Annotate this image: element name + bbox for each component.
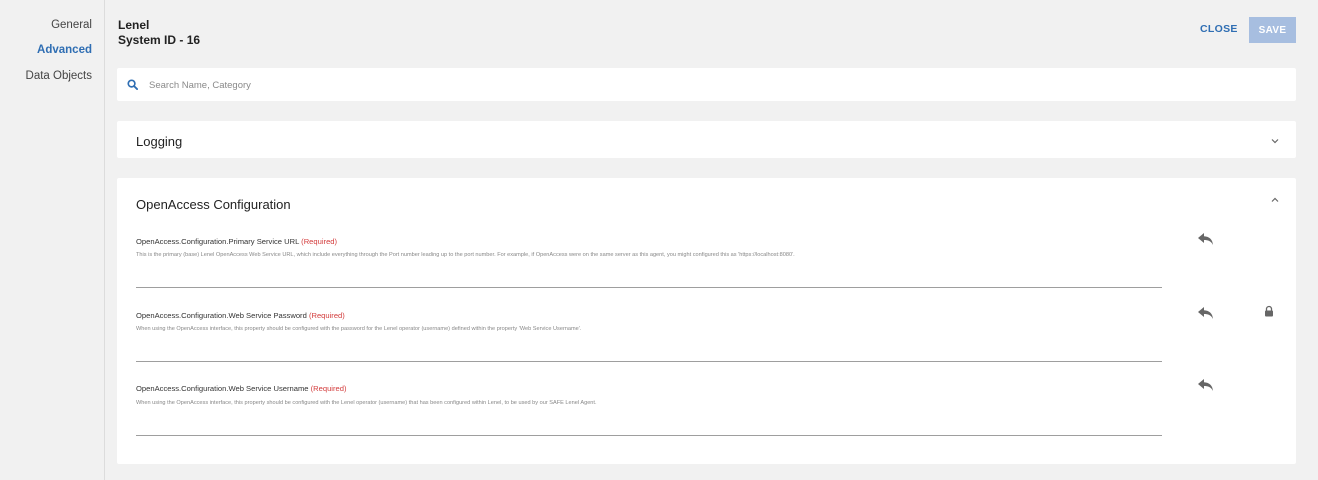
property-value-field[interactable] (136, 287, 1162, 288)
logging-section[interactable]: Logging (117, 121, 1296, 158)
page-title: Lenel (118, 18, 150, 32)
search-input[interactable] (149, 75, 749, 95)
close-button[interactable]: CLOSE (1200, 23, 1238, 35)
sidebar-item-data-objects[interactable]: Data Objects (26, 70, 92, 82)
property-description: When using the OpenAccess interface, thi… (136, 400, 597, 406)
sidebar: General Advanced Data Objects (0, 0, 105, 480)
property-name: OpenAccess.Configuration.Web Service Use… (136, 384, 309, 393)
undo-icon[interactable] (1197, 306, 1215, 320)
undo-icon[interactable] (1197, 232, 1215, 246)
search-bar (117, 68, 1296, 101)
undo-icon[interactable] (1197, 378, 1215, 392)
property-label: OpenAccess.Configuration.Web Service Use… (136, 384, 347, 393)
chevron-up-icon[interactable] (1270, 195, 1280, 205)
chevron-down-icon[interactable] (1270, 136, 1280, 146)
openaccess-section-title: OpenAccess Configuration (136, 197, 291, 212)
property-value-field[interactable] (136, 361, 1162, 362)
required-badge: (Required) (310, 384, 347, 393)
sidebar-item-advanced[interactable]: Advanced (37, 44, 92, 56)
property-description: This is the primary (base) Lenel OpenAcc… (136, 252, 795, 258)
property-description: When using the OpenAccess interface, thi… (136, 326, 582, 332)
property-label: OpenAccess.Configuration.Web Service Pas… (136, 311, 345, 320)
required-badge: (Required) (301, 237, 338, 246)
sidebar-item-general[interactable]: General (51, 19, 92, 31)
property-value-field[interactable] (136, 435, 1162, 436)
property-label: OpenAccess.Configuration.Primary Service… (136, 237, 337, 246)
openaccess-section: OpenAccess Configuration OpenAccess.Conf… (117, 178, 1296, 464)
property-name: OpenAccess.Configuration.Web Service Pas… (136, 311, 307, 320)
page-subtitle: System ID - 16 (118, 33, 201, 47)
lock-icon (1265, 305, 1273, 317)
search-icon (127, 79, 138, 90)
save-button[interactable]: SAVE (1249, 17, 1296, 43)
logging-section-title: Logging (136, 134, 183, 149)
property-name: OpenAccess.Configuration.Primary Service… (136, 237, 300, 246)
required-badge: (Required) (308, 311, 345, 320)
